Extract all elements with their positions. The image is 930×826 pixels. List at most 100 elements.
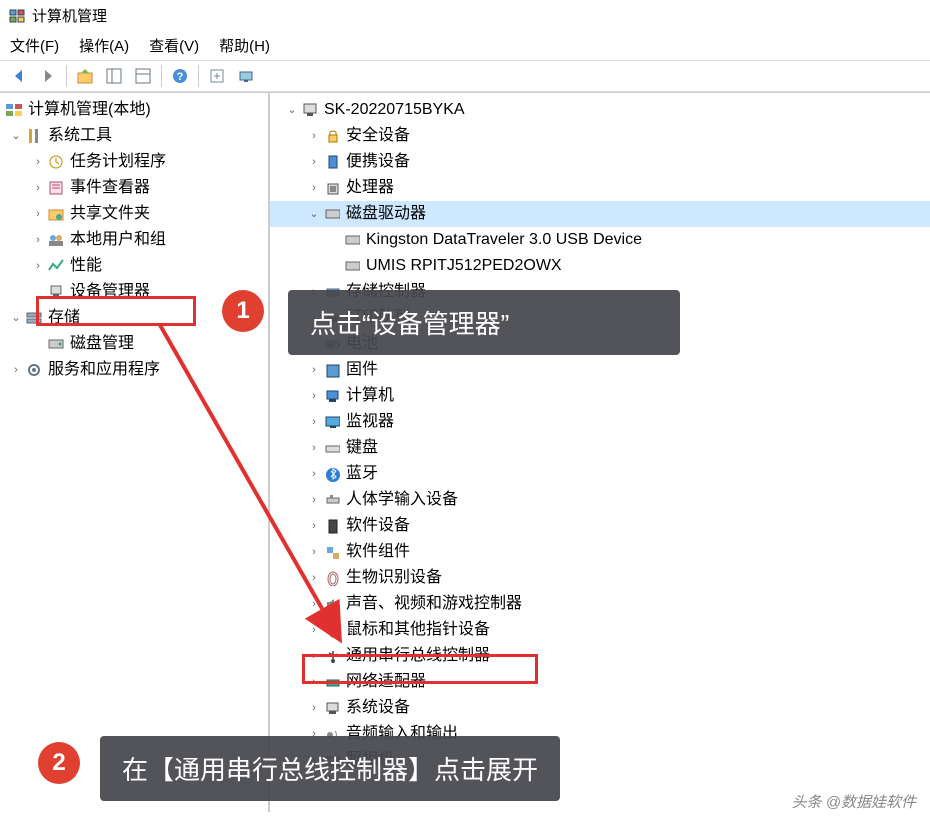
scan-button[interactable] (233, 63, 259, 89)
tree-label: 固件 (346, 359, 378, 381)
tree-label: 任务计划程序 (70, 151, 166, 173)
expand-icon[interactable]: › (30, 203, 46, 225)
expand-icon[interactable]: › (306, 385, 322, 407)
app-icon (8, 7, 26, 25)
collapse-icon[interactable]: ⌄ (306, 203, 322, 225)
annotation-tip-1: 点击“设备管理器” (288, 290, 680, 355)
device-category[interactable]: ›软件设备 (270, 513, 930, 539)
tree-root-label: 计算机管理(本地) (28, 99, 151, 121)
device-category[interactable]: › 固件 (270, 357, 930, 383)
back-button[interactable] (6, 63, 32, 89)
tree-event-viewer[interactable]: › 事件查看器 (0, 175, 268, 201)
software-icon (322, 517, 342, 535)
expand-icon[interactable]: › (306, 697, 322, 719)
menu-bar: 文件(F) 操作(A) 查看(V) 帮助(H) (0, 31, 930, 60)
expand-icon[interactable]: › (30, 229, 46, 251)
expand-icon[interactable]: › (306, 645, 322, 667)
expand-icon[interactable]: › (306, 437, 322, 459)
sound-icon (322, 595, 342, 613)
tree-performance[interactable]: › 性能 (0, 253, 268, 279)
properties-button[interactable] (130, 63, 156, 89)
device-usb-controllers[interactable]: › 通用串行总线控制器 (270, 643, 930, 669)
device-disk-item[interactable]: UMIS RPITJ512PED2OWX (270, 253, 930, 279)
device-category[interactable]: › 生物识别设备 (270, 565, 930, 591)
title-bar: 计算机管理 (0, 0, 930, 31)
device-category[interactable]: ›蓝牙 (270, 461, 930, 487)
expand-icon[interactable]: › (306, 411, 322, 433)
tree-system-tools[interactable]: ⌄ 系统工具 (0, 123, 268, 149)
device-category[interactable]: ›声音、视频和游戏控制器 (270, 591, 930, 617)
tree-label: 计算机 (346, 385, 394, 407)
expand-icon[interactable]: › (306, 489, 322, 511)
annotation-tip-2: 在【通用串行总线控制器】点击展开 (100, 736, 560, 801)
expand-icon[interactable]: › (306, 515, 322, 537)
collapse-icon[interactable]: ⌄ (8, 307, 24, 329)
expand-icon[interactable]: › (30, 151, 46, 173)
keyboard-icon (322, 439, 342, 457)
storage-icon (24, 309, 44, 327)
disk-drive-icon (322, 205, 342, 223)
tree-task-scheduler[interactable]: › 任务计划程序 (0, 149, 268, 175)
device-category[interactable]: ›软件组件 (270, 539, 930, 565)
show-hide-button[interactable] (101, 63, 127, 89)
device-category[interactable]: › 安全设备 (270, 123, 930, 149)
clock-icon (46, 153, 66, 171)
expand-icon[interactable]: › (8, 359, 24, 381)
device-root[interactable]: ⌄ SK-20220715BYKA (270, 97, 930, 123)
expand-icon[interactable]: › (306, 567, 322, 589)
device-disk-item[interactable]: Kingston DataTraveler 3.0 USB Device (270, 227, 930, 253)
collapse-icon[interactable]: ⌄ (8, 125, 24, 147)
device-category[interactable]: › 网络适配器 (270, 669, 930, 695)
tree-services[interactable]: › 服务和应用程序 (0, 357, 268, 383)
device-category[interactable]: ›鼠标和其他指针设备 (270, 617, 930, 643)
tree-label: 安全设备 (346, 125, 410, 147)
expand-icon[interactable]: › (306, 463, 322, 485)
menu-action[interactable]: 操作(A) (79, 35, 129, 56)
menu-view[interactable]: 查看(V) (149, 35, 199, 56)
biometric-icon (322, 569, 342, 587)
tree-disk-management[interactable]: 磁盘管理 (0, 331, 268, 357)
tree-label: 系统设备 (346, 697, 410, 719)
expand-icon[interactable]: › (30, 177, 46, 199)
monitor-icon (322, 413, 342, 431)
forward-button[interactable] (35, 63, 61, 89)
device-category[interactable]: ›便携设备 (270, 149, 930, 175)
expand-icon[interactable]: › (306, 541, 322, 563)
tree-shared-folders[interactable]: › 共享文件夹 (0, 201, 268, 227)
tree-local-users[interactable]: › 本地用户和组 (0, 227, 268, 253)
tree-root[interactable]: 计算机管理(本地) (0, 97, 268, 123)
collapse-icon[interactable]: ⌄ (284, 99, 300, 121)
device-category[interactable]: ›处理器 (270, 175, 930, 201)
menu-file[interactable]: 文件(F) (10, 35, 59, 56)
disk-icon (46, 335, 66, 353)
tree-label: 通用串行总线控制器 (346, 645, 490, 667)
expand-icon[interactable]: › (306, 151, 322, 173)
device-category[interactable]: ›监视器 (270, 409, 930, 435)
tree-label: 键盘 (346, 437, 378, 459)
device-category[interactable]: › 键盘 (270, 435, 930, 461)
network-icon (322, 673, 342, 691)
expand-icon[interactable]: › (306, 177, 322, 199)
up-button[interactable] (72, 63, 98, 89)
tree-label: 生物识别设备 (346, 567, 442, 589)
toolbar-separator (161, 65, 162, 87)
expand-icon[interactable]: › (306, 619, 322, 641)
device-disk-drives[interactable]: ⌄磁盘驱动器 (270, 201, 930, 227)
menu-help[interactable]: 帮助(H) (219, 35, 270, 56)
expand-icon[interactable]: › (306, 359, 322, 381)
disk-drive-icon (342, 257, 362, 275)
shared-folder-icon (46, 205, 66, 223)
expand-icon[interactable]: › (306, 593, 322, 615)
device-category[interactable]: ›人体学输入设备 (270, 487, 930, 513)
expand-icon[interactable]: › (306, 671, 322, 693)
expand-icon[interactable]: › (30, 255, 46, 277)
action-button[interactable] (204, 63, 230, 89)
event-icon (46, 179, 66, 197)
tree-label: Kingston DataTraveler 3.0 USB Device (366, 229, 642, 251)
device-category[interactable]: › 计算机 (270, 383, 930, 409)
expand-icon[interactable]: › (306, 125, 322, 147)
svg-text:?: ? (177, 71, 184, 83)
tree-label: 网络适配器 (346, 671, 426, 693)
device-category[interactable]: › 系统设备 (270, 695, 930, 721)
help-button[interactable]: ? (167, 63, 193, 89)
